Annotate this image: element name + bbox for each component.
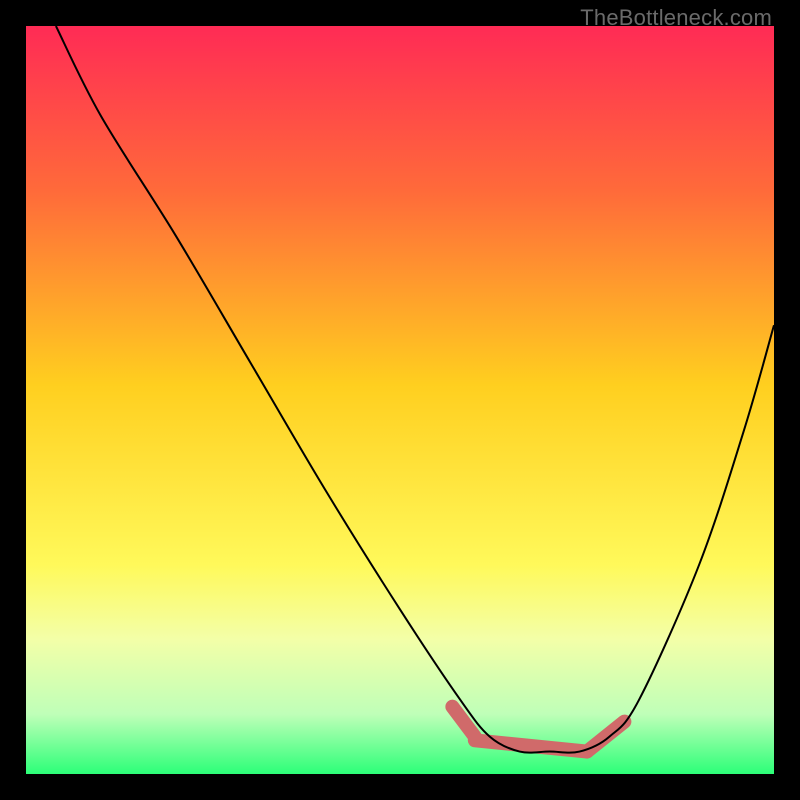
chart-svg	[26, 26, 774, 774]
plot-area	[26, 26, 774, 774]
gradient-background	[26, 26, 774, 774]
chart-frame: TheBottleneck.com	[0, 0, 800, 800]
